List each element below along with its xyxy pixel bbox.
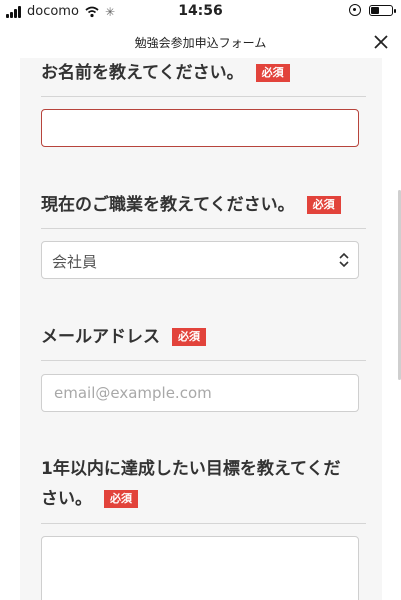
email-label: メールアドレス [41, 327, 160, 347]
goal-question-line2: さい。 必須 [20, 484, 138, 514]
divider [41, 96, 366, 97]
email-placeholder: email@example.com [54, 384, 212, 402]
divider [41, 523, 366, 524]
job-label: 現在のご職業を教えてください。 [41, 195, 295, 215]
goal-label-line2: さい。 [41, 489, 92, 509]
page-title: 勉強会参加申込フォーム [134, 36, 267, 50]
divider [41, 228, 366, 229]
status-time: 14:56 [178, 3, 223, 19]
header: 勉強会参加申込フォーム [0, 26, 401, 58]
job-select[interactable]: 会社員 [41, 241, 359, 279]
goal-textarea[interactable] [41, 536, 359, 600]
status-bar: docomo ✳ 14:56 [0, 0, 401, 26]
name-input[interactable] [41, 109, 359, 147]
name-label: お名前を教えてください。 [41, 63, 244, 83]
form-area: お名前を教えてください。 必須 現在のご職業を教えてください。 必須 会社員 メール… [20, 58, 382, 600]
job-select-value: 会社員 [52, 253, 98, 271]
battery-level [371, 6, 379, 14]
required-badge: 必須 [306, 196, 341, 214]
status-right [349, 4, 396, 16]
battery-icon [369, 4, 396, 16]
required-badge: 必須 [172, 328, 206, 346]
required-badge: 必須 [104, 490, 138, 508]
email-question: メールアドレス 必須 [20, 322, 206, 352]
select-arrows-icon [339, 252, 349, 268]
email-input[interactable]: email@example.com [41, 374, 359, 412]
name-question: お名前を教えてください。 必須 [20, 58, 290, 88]
orientation-lock-icon [349, 4, 361, 16]
job-question: 現在のご職業を教えてください。 必須 [20, 190, 341, 220]
close-icon[interactable] [371, 32, 391, 52]
divider [41, 360, 366, 361]
required-badge: 必須 [255, 64, 290, 82]
goal-question-line1: 1年以内に達成したい目標を教えてくだ [41, 459, 341, 479]
